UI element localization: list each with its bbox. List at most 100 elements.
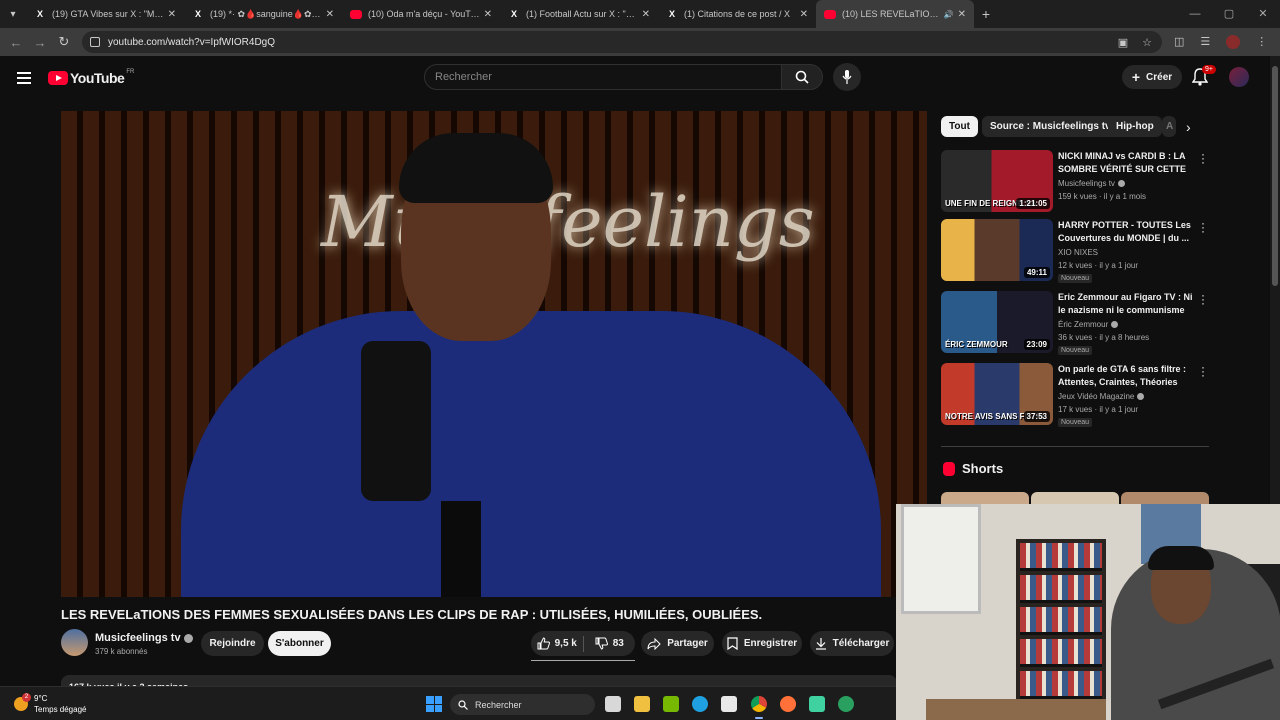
create-button[interactable]: + Créer [1122, 65, 1182, 89]
site-info-icon[interactable] [90, 37, 100, 47]
windows-start-icon[interactable] [426, 696, 442, 712]
voice-search-button[interactable] [833, 63, 861, 91]
browser-tab[interactable]: X (1) Football Actu sur X : "Lucas ✕ [500, 0, 658, 28]
recommended-title[interactable]: NICKI MINAJ vs CARDI B : LA SOMBRE VÉRIT… [1058, 150, 1193, 176]
channel-avatar[interactable] [61, 629, 88, 656]
address-bar[interactable]: youtube.com/watch?v=IpfWIOR4DgQ ▣ ☆ [82, 31, 1162, 53]
recommended-title[interactable]: On parle de GTA 6 sans filtre : Attentes… [1058, 363, 1193, 389]
recommended-video[interactable]: 49:11 HARRY POTTER - TOUTES Les Couvertur… [941, 217, 1211, 283]
reload-button[interactable]: ↻ [52, 34, 76, 50]
chip-truncated[interactable]: A [1162, 116, 1176, 137]
search-button[interactable] [781, 64, 823, 90]
video-thumbnail[interactable]: ÉRIC ZEMMOUR 23:09 [941, 291, 1053, 353]
tab-close-icon[interactable]: ✕ [168, 9, 176, 20]
download-label: Télécharger [832, 638, 890, 649]
back-button[interactable]: ← [4, 35, 28, 50]
video-thumbnail[interactable]: UNE FIN DE REIGNE SA 1:21:05 [941, 150, 1053, 212]
extensions-icon[interactable]: ◫ [1174, 35, 1184, 49]
more-options-icon[interactable]: · · · [1198, 217, 1208, 237]
video-duration: 49:11 [1023, 267, 1050, 278]
tab-close-icon[interactable]: ✕ [642, 9, 650, 20]
save-button[interactable]: Enregistrer [722, 631, 802, 656]
cast-icon[interactable]: ▣ [1118, 36, 1128, 49]
firefox-icon[interactable] [780, 696, 796, 712]
video-thumbnail[interactable]: NOTRE AVIS SANS FILTRE 37:53 [941, 363, 1053, 425]
join-button[interactable]: Rejoindre [201, 631, 264, 656]
chevron-right-icon[interactable]: › [1186, 119, 1191, 135]
like-button[interactable]: 9,5 k [531, 637, 583, 650]
recommended-title[interactable]: HARRY POTTER - TOUTES Les Couvertures du… [1058, 219, 1193, 245]
chip-all[interactable]: Tout [941, 116, 978, 137]
tab-close-icon[interactable]: ✕ [484, 9, 492, 20]
xbox-icon[interactable] [838, 696, 854, 712]
weather-condition[interactable]: Temps dégagé [34, 705, 86, 714]
close-window-button[interactable]: ✕ [1246, 0, 1280, 28]
minimize-button[interactable]: — [1178, 0, 1212, 28]
tab-close-icon[interactable]: ✕ [800, 9, 808, 20]
download-button[interactable]: Télécharger [810, 631, 894, 656]
bookmark-star-icon[interactable]: ☆ [1142, 36, 1152, 49]
tab-audio-icon[interactable]: 🔊 [944, 10, 954, 19]
subscribe-button[interactable]: S'abonner [268, 631, 331, 656]
more-options-icon[interactable]: · · · [1198, 289, 1208, 309]
task-view-icon[interactable] [605, 696, 621, 712]
file-explorer-icon[interactable] [634, 696, 650, 712]
microphone-stand [441, 501, 481, 597]
recommended-channel[interactable]: Jeux Vidéo Magazine [1058, 392, 1145, 401]
media-control-icon[interactable]: ☰ [1200, 35, 1210, 49]
browser-tab[interactable]: X (19) *· ✿🩸sanguine🩸✿ ·* (@ ✕ [184, 0, 342, 28]
account-avatar[interactable] [1229, 67, 1249, 87]
maximize-button[interactable]: ▢ [1212, 0, 1246, 28]
recommended-channel[interactable]: XIO NIXES [1058, 248, 1098, 257]
browser-tab[interactable]: (10) LES REVELaTIONS DES 🔊 ✕ [816, 0, 974, 28]
app-icon[interactable] [809, 696, 825, 712]
channel-name-text: Musicfeelings tv [95, 632, 181, 644]
video-thumbnail[interactable]: 49:11 [941, 219, 1053, 281]
scrollbar-thumb[interactable] [1272, 66, 1278, 286]
profile-avatar[interactable] [1226, 35, 1241, 49]
recommended-video[interactable]: ÉRIC ZEMMOUR 23:09 Eric Zemmour au Figaro … [941, 289, 1211, 355]
dislike-button[interactable]: 83 [584, 637, 636, 650]
channel-name[interactable]: Musicfeelings tv [95, 632, 193, 644]
recommended-title[interactable]: Eric Zemmour au Figaro TV : Ni le nazism… [1058, 291, 1193, 317]
webcam-overlay [896, 504, 1280, 720]
taskbar-search[interactable]: Rechercher [450, 694, 595, 715]
recommended-meta: 159 k vues · il y a 1 mois [1058, 192, 1147, 201]
forward-button[interactable]: → [28, 35, 52, 50]
tab-close-icon[interactable]: ✕ [958, 9, 966, 20]
new-badge: Nouveau [1058, 418, 1093, 427]
weather-temperature[interactable]: 9°C [34, 694, 47, 703]
chip-hip-hop[interactable]: Hip-hop [1108, 116, 1162, 137]
recommended-video[interactable]: UNE FIN DE REIGNE SA 1:21:05 NICKI MINAJ v… [941, 148, 1211, 214]
browser-menu-icon[interactable]: ⋮ [1256, 35, 1267, 49]
search-input[interactable]: Rechercher [424, 64, 782, 90]
recommended-video[interactable]: NOTRE AVIS SANS FILTRE 37:53 On parle de G… [941, 361, 1211, 427]
new-tab-button[interactable]: + [974, 6, 998, 22]
dislike-count: 83 [612, 638, 624, 649]
browser-toolbar: ← → ↻ youtube.com/watch?v=IpfWIOR4DgQ ▣ … [0, 28, 1280, 56]
recommended-channel[interactable]: Éric Zemmour [1058, 320, 1119, 329]
browser-tab[interactable]: X (19) GTA Vibes sur X : "Merci, G ✕ [26, 0, 184, 28]
microsoft-store-icon[interactable] [721, 696, 737, 712]
edge-browser-icon[interactable] [692, 696, 708, 712]
thumbs-up-icon [537, 637, 550, 650]
more-options-icon[interactable]: · · · [1198, 361, 1208, 381]
verified-badge-icon [1137, 393, 1145, 401]
browser-tab[interactable]: X (1) Citations de ce post / X ✕ [658, 0, 816, 28]
recommended-channel-name: Éric Zemmour [1058, 320, 1109, 329]
youtube-logo-text: YouTube [70, 70, 125, 86]
tab-close-icon[interactable]: ✕ [326, 9, 334, 20]
nvidia-icon[interactable] [663, 696, 679, 712]
share-button[interactable]: Partager [641, 631, 714, 656]
video-player[interactable]: Musicfeelings [61, 111, 927, 597]
more-options-icon[interactable]: · · · [1198, 148, 1208, 168]
tab-title: (10) LES REVELaTIONS DES [842, 9, 940, 19]
recommended-meta: 12 k vues · il y a 1 jour [1058, 261, 1139, 270]
menu-icon[interactable] [17, 69, 31, 87]
recommended-channel[interactable]: Musicfeelings tv [1058, 179, 1125, 188]
chrome-icon[interactable] [751, 696, 767, 719]
youtube-logo[interactable]: YouTube FR [48, 69, 134, 86]
browser-tab[interactable]: (10) Oda m'a déçu - YouTube ✕ [342, 0, 500, 28]
chip-source-channel[interactable]: Source : Musicfeelings tv [982, 116, 1119, 137]
tab-search-button[interactable]: ▾ [0, 0, 26, 28]
